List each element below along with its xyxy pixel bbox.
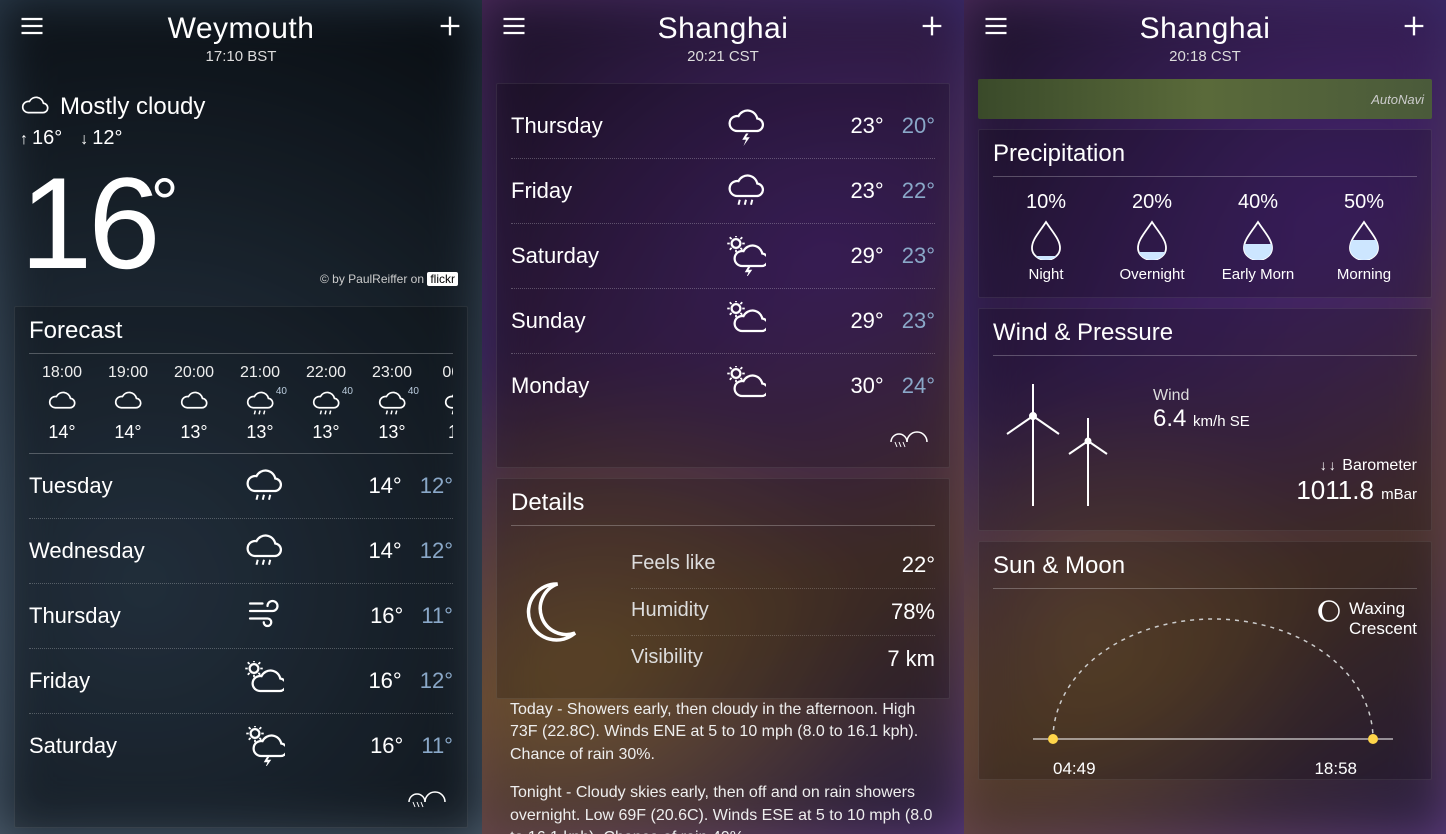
weather-icon (244, 661, 294, 701)
weather-screen-3: Shanghai 20:18 CST AutoNavi Precipitatio… (964, 0, 1446, 834)
daily-forecast-list: Tuesday 14°12°Wednesday 14°12°Thursday 1… (29, 453, 453, 778)
precipitation-panel: Precipitation 10% Night20% Overnight40% … (978, 129, 1432, 298)
current-conditions: Mostly cloudy ↑16° ↓12° 16° © by PaulRei… (14, 73, 468, 296)
city-name: Weymouth (168, 12, 315, 46)
daily-row: Sunday 29°23° (511, 288, 935, 353)
local-time: 17:10 BST (168, 48, 315, 65)
hourly-item: 22:00 40 13° (293, 364, 359, 443)
high-temp: ↑16° (20, 127, 62, 150)
current-temperature: 16° (20, 158, 462, 288)
sun-arc (1033, 599, 1393, 749)
weather-screen-2: Shanghai 20:21 CST Thursday 23°20°Friday… (482, 0, 964, 834)
details-panel: Details Feels like22°Humidity78%Visibili… (496, 478, 950, 699)
sun-moon-panel: Sun & Moon WaxingCrescent 04:49 (978, 541, 1432, 780)
weather-icon (726, 301, 776, 341)
sun-moon-label: Sun & Moon (993, 552, 1417, 589)
hourly-item: 21:00 40 13° (227, 364, 293, 443)
hourly-item: 19:00 14° (95, 364, 161, 443)
wind-label: Wind (1153, 387, 1417, 405)
header-bar: Shanghai 20:18 CST (978, 0, 1432, 73)
details-item: Feels like22° (631, 542, 935, 589)
low-temp: ↓12° (80, 127, 122, 150)
daily-row: Thursday 16°11° (29, 583, 453, 648)
forecast-panel: Forecast 18:00 14°19:00 14°20:00 13°21:0… (14, 306, 468, 828)
daily-forecast-panel: Thursday 23°20°Friday 23°22°Saturday 29°… (496, 83, 950, 468)
weather-narrative: Today - Showers early, then cloudy in th… (496, 699, 950, 834)
moon-icon (511, 542, 611, 682)
daily-row: Tuesday 14°12° (29, 453, 453, 518)
weather-icon (726, 171, 776, 211)
wind-value: 6.4 km/h SE (1153, 405, 1417, 433)
weather-icon (726, 366, 776, 406)
wind-pressure-label: Wind & Pressure (993, 319, 1417, 356)
menu-icon[interactable] (982, 12, 1010, 40)
cloud-icon (20, 95, 50, 119)
precip-item: 50% Morning (1311, 191, 1417, 283)
hourly-forecast[interactable]: 18:00 14°19:00 14°20:00 13°21:00 40 13°2… (29, 354, 453, 443)
flickr-logo: flickr (427, 272, 458, 286)
sunrise-time: 04:49 (1053, 759, 1096, 779)
wunderground-logo (885, 424, 935, 452)
menu-icon[interactable] (18, 12, 46, 40)
daily-row: Friday 16°12° (29, 648, 453, 713)
header-bar: Weymouth 17:10 BST (14, 0, 468, 73)
map-provider-label: AutoNavi (1371, 92, 1424, 107)
forecast-label: Forecast (29, 317, 453, 354)
weather-icon (245, 726, 295, 766)
weather-icon (726, 106, 776, 146)
hourly-item: 00:0 13 (425, 364, 453, 443)
daily-row: Saturday 29°23° (511, 223, 935, 288)
provider-attribution[interactable] (511, 418, 935, 467)
weather-icon (726, 236, 776, 276)
details-label: Details (511, 489, 935, 526)
daily-row: Monday 30°24° (511, 353, 935, 418)
menu-icon[interactable] (500, 12, 528, 40)
details-list: Feels like22°Humidity78%Visibility7 km (631, 542, 935, 682)
precip-item: 40% Early Morn (1205, 191, 1311, 283)
weather-screen-1: Weymouth 17:10 BST Mostly cloudy ↑16° ↓1… (0, 0, 482, 834)
weather-icon (245, 596, 295, 636)
add-location-icon[interactable] (1400, 12, 1428, 40)
header-bar: Shanghai 20:21 CST (496, 0, 950, 73)
details-item: Visibility7 km (631, 636, 935, 682)
weather-icon (244, 466, 294, 506)
barometer-trend: ↓↓ Barometer (1153, 457, 1417, 475)
map-preview[interactable]: AutoNavi (978, 79, 1432, 119)
city-name: Shanghai (658, 12, 789, 46)
wunderground-logo (403, 784, 453, 812)
hourly-item: 20:00 13° (161, 364, 227, 443)
precip-item: 10% Night (993, 191, 1099, 283)
daily-row: Wednesday 14°12° (29, 518, 453, 583)
add-location-icon[interactable] (918, 12, 946, 40)
sunset-time: 18:58 (1314, 759, 1357, 779)
add-location-icon[interactable] (436, 12, 464, 40)
local-time: 20:18 CST (1140, 48, 1271, 65)
precipitation-label: Precipitation (993, 140, 1417, 177)
hourly-item: 23:00 40 13° (359, 364, 425, 443)
details-item: Humidity78% (631, 589, 935, 636)
narrative-today: Today - Showers early, then cloudy in th… (510, 699, 936, 766)
daily-row: Friday 23°22° (511, 158, 935, 223)
precip-item: 20% Overnight (1099, 191, 1205, 283)
wind-pressure-panel: Wind & Pressure (978, 308, 1432, 531)
barometer-value: 1011.8 mBar (1153, 475, 1417, 506)
weather-icon (244, 531, 294, 571)
city-name: Shanghai (1140, 12, 1271, 46)
provider-attribution[interactable] (29, 778, 453, 827)
wind-turbine-icon (993, 376, 1133, 506)
daily-forecast-list: Thursday 23°20°Friday 23°22°Saturday 29°… (511, 94, 935, 418)
daily-row: Thursday 23°20° (511, 94, 935, 158)
daily-row: Saturday 16°11° (29, 713, 453, 778)
condition-text: Mostly cloudy (60, 93, 205, 121)
hourly-item: 18:00 14° (29, 364, 95, 443)
local-time: 20:21 CST (658, 48, 789, 65)
precipitation-row: 10% Night20% Overnight40% Early Morn50% … (993, 177, 1417, 297)
narrative-tonight: Tonight - Cloudy skies early, then off a… (510, 782, 936, 834)
